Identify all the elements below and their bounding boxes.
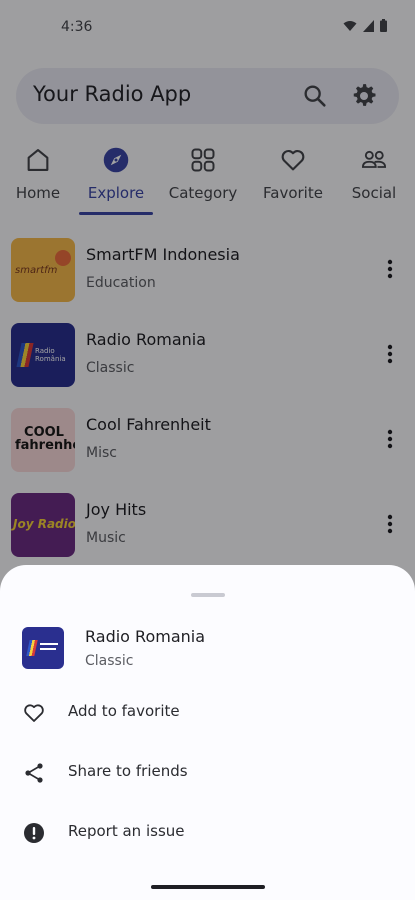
share-to-friends-action[interactable]: Share to friends (0, 749, 415, 797)
share-icon (25, 763, 43, 783)
add-to-favorite-action[interactable]: Add to favorite (0, 689, 415, 737)
sheet-station-category: Classic (85, 653, 134, 669)
action-label: Report an issue (68, 822, 185, 840)
action-label: Add to favorite (68, 702, 180, 720)
heart-outline-icon (24, 704, 44, 722)
sheet-station-logo (22, 627, 64, 669)
bottom-sheet: Radio Romania Classic Add to favorite Sh… (0, 565, 415, 900)
sheet-station-name: Radio Romania (85, 627, 206, 646)
alert-icon (24, 823, 44, 843)
report-issue-action[interactable]: Report an issue (0, 809, 415, 857)
gesture-nav-bar[interactable] (151, 885, 265, 889)
action-label: Share to friends (68, 762, 188, 780)
drag-handle[interactable] (191, 593, 225, 597)
